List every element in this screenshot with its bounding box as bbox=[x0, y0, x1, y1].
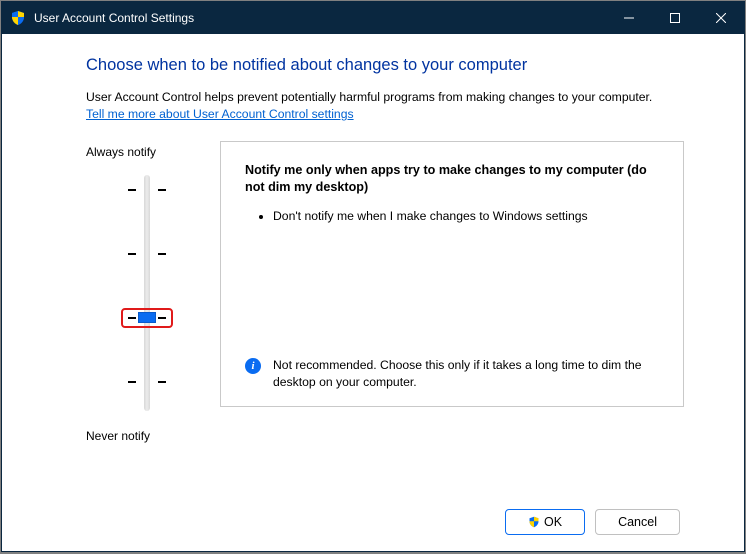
cancel-button-label: Cancel bbox=[618, 515, 657, 529]
uac-shield-icon bbox=[10, 10, 26, 26]
notification-level-slider[interactable] bbox=[116, 167, 176, 419]
minimize-button[interactable] bbox=[606, 2, 652, 34]
ok-button[interactable]: OK bbox=[505, 509, 585, 535]
selection-title: Notify me only when apps try to make cha… bbox=[245, 162, 659, 196]
slider-top-label: Always notify bbox=[86, 145, 208, 159]
close-button[interactable] bbox=[698, 2, 744, 34]
titlebar: User Account Control Settings bbox=[2, 2, 744, 34]
window-title: User Account Control Settings bbox=[34, 11, 194, 25]
uac-shield-icon bbox=[528, 516, 540, 528]
cancel-button[interactable]: Cancel bbox=[595, 509, 680, 535]
learn-more-link[interactable]: Tell me more about User Account Control … bbox=[86, 107, 354, 121]
selection-details-list: Don't notify me when I make changes to W… bbox=[245, 208, 659, 230]
notification-slider-area: Always notify Never notify bbox=[86, 141, 208, 443]
content-area: Choose when to be notified about changes… bbox=[2, 34, 744, 551]
slider-ticks bbox=[116, 167, 176, 419]
slider-thumb[interactable] bbox=[138, 312, 156, 323]
info-icon: i bbox=[245, 358, 261, 374]
dialog-footer: OK Cancel bbox=[86, 489, 684, 535]
uac-settings-window: User Account Control Settings Choose whe… bbox=[1, 1, 745, 552]
ok-button-label: OK bbox=[544, 515, 562, 529]
selection-bullet: Don't notify me when I make changes to W… bbox=[273, 208, 659, 224]
selection-description-panel: Notify me only when apps try to make cha… bbox=[220, 141, 684, 407]
slider-bottom-label: Never notify bbox=[86, 429, 208, 443]
intro-text: User Account Control helps prevent poten… bbox=[86, 90, 652, 104]
page-headline: Choose when to be notified about changes… bbox=[86, 56, 684, 75]
recommendation-text: Not recommended. Choose this only if it … bbox=[273, 357, 659, 390]
recommendation-row: i Not recommended. Choose this only if i… bbox=[245, 357, 659, 390]
intro-paragraph: User Account Control helps prevent poten… bbox=[86, 89, 684, 123]
maximize-button[interactable] bbox=[652, 2, 698, 34]
